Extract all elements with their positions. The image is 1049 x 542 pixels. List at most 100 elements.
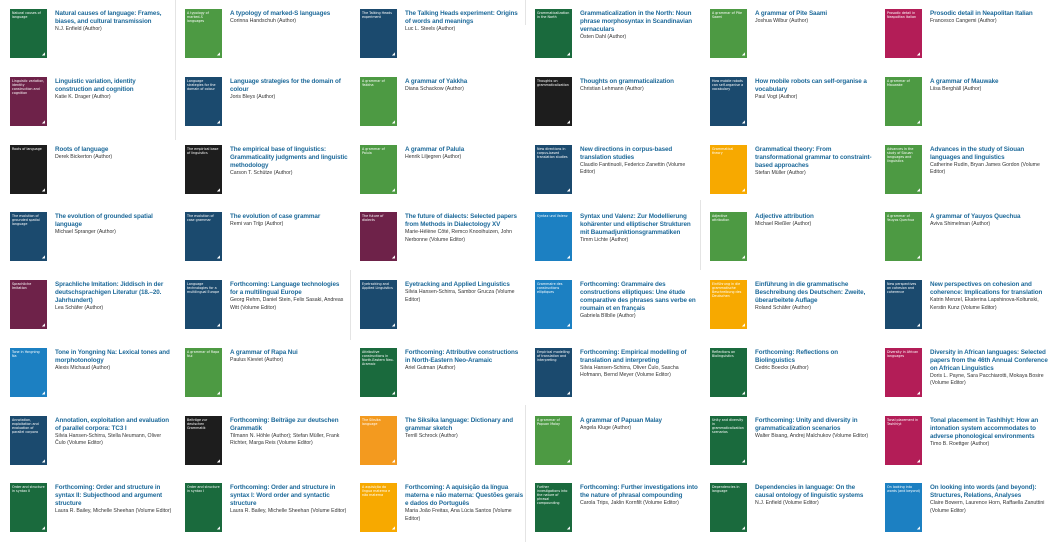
book-cover[interactable]: A grammar of Palula ◢: [360, 144, 397, 194]
book-card[interactable]: Annotation, exploitation and evaluation …: [0, 407, 175, 475]
book-cover[interactable]: Grammaticalization in the North ◢: [535, 9, 572, 58]
book-card[interactable]: A aquisição da língua materna e não mate…: [350, 474, 525, 542]
book-title-link[interactable]: The evolution of grounded spatial langua…: [55, 213, 173, 229]
book-title-link[interactable]: Linguistic variation, identity construct…: [55, 78, 173, 94]
book-card[interactable]: A grammar of Pite Saami ◢ A grammar of Pit…: [700, 0, 875, 68]
book-title-link[interactable]: A grammar of Rapa Nui: [230, 349, 348, 357]
book-card[interactable]: Language strategies for the domain of co…: [175, 68, 350, 136]
book-cover[interactable]: Attributive constructions in North-Easte…: [360, 347, 397, 397]
book-cover[interactable]: Thoughts on grammaticalization ◢: [535, 76, 572, 126]
book-card[interactable]: Grammaticalization in the North ◢ Grammati…: [525, 0, 700, 68]
book-cover[interactable]: Unity and diversity in grammaticalizatio…: [710, 415, 747, 465]
book-cover[interactable]: Linguistic variation, identity construct…: [10, 76, 47, 126]
book-card[interactable]: Order and structure in syntax I ◢ Forthcom…: [175, 474, 350, 542]
book-title-link[interactable]: New perspectives on cohesion and coheren…: [930, 281, 1048, 297]
book-title-link[interactable]: Forthcoming: Grammaire des constructions…: [580, 281, 698, 313]
book-cover[interactable]: New directions in corpus-based translati…: [535, 144, 572, 194]
book-cover[interactable]: The empirical base of linguistics ◢: [185, 144, 222, 194]
book-title-link[interactable]: Advances in the study of Siouan language…: [930, 146, 1048, 162]
book-card[interactable]: The Siksika language ◢ The Siksika languag…: [350, 407, 525, 475]
book-title-link[interactable]: Einführung in die grammatische Beschreib…: [755, 281, 873, 305]
book-card[interactable]: Dependencies in language ◢ Dependencies in…: [700, 474, 875, 542]
book-cover[interactable]: Language technologies for a multilingual…: [185, 280, 222, 329]
book-card[interactable]: Further investigations into the nature o…: [525, 474, 700, 542]
book-card[interactable]: A grammar of Yakkha ◢ A grammar of Yakkha D…: [350, 68, 525, 136]
book-cover[interactable]: New perspectives on cohesion and coheren…: [885, 280, 922, 329]
book-card[interactable]: A grammar of Palula ◢ A grammar of Palula H…: [350, 136, 525, 204]
book-card[interactable]: A grammar of Yauyos Quechua ◢ A grammar of…: [875, 203, 1049, 271]
book-card[interactable]: Language technologies for a multilingual…: [175, 271, 350, 339]
book-card[interactable]: Attributive constructions in North-Easte…: [350, 339, 525, 407]
book-card[interactable]: The empirical base of linguistics ◢ The em…: [175, 136, 350, 204]
book-title-link[interactable]: Prosodic detail in Neapolitan Italian: [930, 10, 1048, 18]
book-title-link[interactable]: Forthcoming: Order and structure in synt…: [55, 484, 173, 508]
book-cover[interactable]: A grammar of Yakkha ◢: [360, 76, 397, 126]
book-card[interactable]: Eyetracking and Applied Linguistics ◢ Eyet…: [350, 271, 525, 339]
book-card[interactable]: A typology of marked-S languages ◢ A typol…: [175, 0, 350, 68]
book-cover[interactable]: Syntax und Valenz ◢: [535, 212, 572, 262]
book-title-link[interactable]: A grammar of Yakkha: [405, 78, 523, 86]
book-title-link[interactable]: Forthcoming: Language technologies for a…: [230, 281, 348, 297]
book-title-link[interactable]: A grammar of Mauwake: [930, 78, 1048, 86]
book-cover[interactable]: Advances in the study of Siouan language…: [885, 144, 922, 194]
book-cover[interactable]: The Siksika language ◢: [360, 415, 397, 465]
book-card[interactable]: Empirical modelling of translation and i…: [525, 339, 700, 407]
book-title-link[interactable]: Forthcoming: Further investigations into…: [580, 484, 698, 500]
book-cover[interactable]: Tonal placement in Tashlhiyt ◢: [885, 415, 922, 465]
book-cover[interactable]: Grammatical theory ◢: [710, 144, 747, 194]
book-cover[interactable]: Annotation, exploitation and evaluation …: [10, 415, 47, 465]
book-cover[interactable]: The evolution of grounded spatial langua…: [10, 212, 47, 262]
book-cover[interactable]: Einführung in die grammatische Beschreib…: [710, 280, 747, 329]
book-card[interactable]: New perspectives on cohesion and coheren…: [875, 271, 1049, 339]
book-cover[interactable]: Tone in Yongning Na ◢: [10, 347, 47, 397]
book-card[interactable]: Advances in the study of Siouan language…: [875, 136, 1049, 204]
book-title-link[interactable]: On looking into words (and beyond): Stru…: [930, 484, 1048, 500]
book-title-link[interactable]: Grammaticalization in the North: Noun ph…: [580, 10, 698, 34]
book-title-link[interactable]: The empirical base of linguistics: Gramm…: [230, 146, 348, 170]
book-cover[interactable]: Sprachliche Imitation ◢: [10, 280, 47, 329]
book-cover[interactable]: Dependencies in language ◢: [710, 483, 747, 533]
book-card[interactable]: Thoughts on grammaticalization ◢ Thoughts …: [525, 68, 700, 136]
book-title-link[interactable]: Forthcoming: A aquisição da língua mater…: [405, 484, 523, 508]
book-title-link[interactable]: Thoughts on grammaticalization: [580, 78, 698, 86]
book-title-link[interactable]: A grammar of Papuan Malay: [580, 417, 698, 425]
book-card[interactable]: The future of dialects ◢ The future of dia…: [350, 203, 525, 271]
book-title-link[interactable]: Tone in Yongning Na: Lexical tones and m…: [55, 349, 173, 365]
book-title-link[interactable]: Forthcoming: Unity and diversity in gram…: [755, 417, 873, 433]
book-cover[interactable]: A grammar of Pite Saami ◢: [710, 9, 747, 58]
book-card[interactable]: Order and structure in syntax II ◢ Forthco…: [0, 474, 175, 542]
book-cover[interactable]: Reflections on Biolinguistics ◢: [710, 347, 747, 397]
book-title-link[interactable]: Natural causes of language: Frames, bias…: [55, 10, 173, 26]
book-title-link[interactable]: The Talking Heads experiment: Origins of…: [405, 10, 523, 26]
book-title-link[interactable]: Forthcoming: Reflections on Biolinguisti…: [755, 349, 873, 365]
book-title-link[interactable]: Syntax und Valenz: Zur Modellierung kohä…: [580, 213, 698, 237]
book-cover[interactable]: Beiträge zur deutschen Grammatik ◢: [185, 415, 222, 465]
book-cover[interactable]: The evolution of case grammar ◢: [185, 212, 222, 262]
book-card[interactable]: The evolution of case grammar ◢ The evolut…: [175, 203, 350, 271]
book-card[interactable]: A grammar of Rapa Nui ◢ A grammar of Rapa …: [175, 339, 350, 407]
book-card[interactable]: How mobile robots can self-organise a vo…: [700, 68, 875, 136]
book-cover[interactable]: Empirical modelling of translation and i…: [535, 347, 572, 397]
book-title-link[interactable]: New directions in corpus-based translati…: [580, 146, 698, 162]
book-title-link[interactable]: The evolution of case grammar: [230, 213, 348, 221]
book-cover[interactable]: A aquisição da língua materna e não mate…: [360, 483, 397, 533]
book-card[interactable]: Tonal placement in Tashlhiyt ◢ Tonal place…: [875, 407, 1049, 475]
book-card[interactable]: The evolution of grounded spatial langua…: [0, 203, 175, 271]
book-title-link[interactable]: Forthcoming: Attributive constructions i…: [405, 349, 523, 365]
book-card[interactable]: New directions in corpus-based translati…: [525, 136, 700, 204]
book-cover[interactable]: Prosodic detail in Neapolitan Italian ◢: [885, 9, 922, 58]
book-cover[interactable]: Natural causes of language ◢: [10, 9, 47, 58]
book-card[interactable]: Reflections on Biolinguistics ◢ Forthcomin…: [700, 339, 875, 407]
book-title-link[interactable]: Sprachliche Imitation: Jiddisch in der d…: [55, 281, 173, 305]
book-title-link[interactable]: Forthcoming: Empirical modelling of tran…: [580, 349, 698, 365]
book-title-link[interactable]: Adjective attribution: [755, 213, 873, 221]
book-card[interactable]: A grammar of Papuan Malay ◢ A grammar of P…: [525, 407, 700, 475]
book-title-link[interactable]: Forthcoming: Order and structure in synt…: [230, 484, 348, 508]
book-cover[interactable]: Order and structure in syntax I ◢: [185, 483, 222, 533]
book-card[interactable]: Natural causes of language ◢ Natural cause…: [0, 0, 175, 68]
book-card[interactable]: Unity and diversity in grammaticalizatio…: [700, 407, 875, 475]
book-card[interactable]: Syntax und Valenz ◢ Syntax und Valenz: Zur…: [525, 203, 700, 271]
book-card[interactable]: Roots of language ◢ Roots of language Derek…: [0, 136, 175, 204]
book-title-link[interactable]: Eyetracking and Applied Linguistics: [405, 281, 523, 289]
book-cover[interactable]: The Talking Heads experiment ◢: [360, 9, 397, 58]
